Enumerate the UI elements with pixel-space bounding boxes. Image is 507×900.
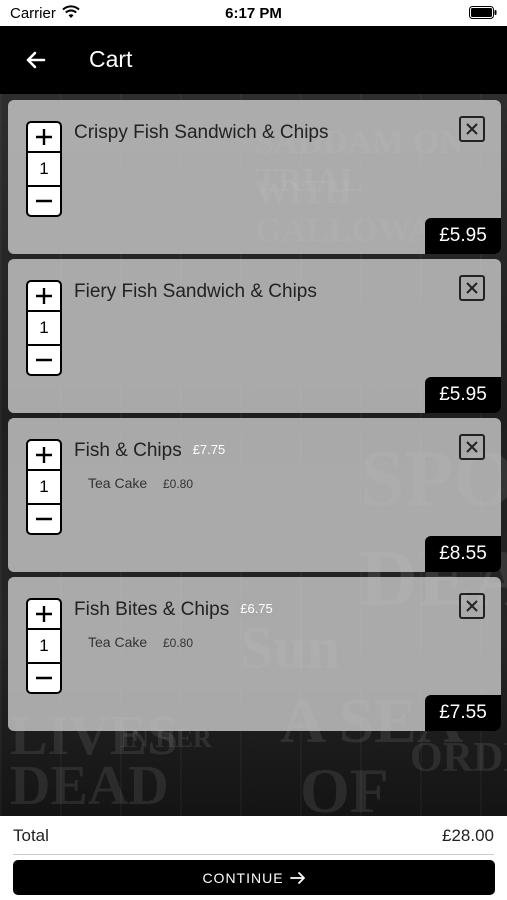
total-value: £28.00 bbox=[442, 826, 494, 845]
continue-button[interactable]: CONTINUE bbox=[13, 860, 495, 895]
increase-button[interactable] bbox=[28, 282, 60, 312]
item-total: £7.55 bbox=[425, 695, 501, 731]
quantity-stepper: 1 bbox=[26, 439, 62, 535]
cart-item: 1 Crispy Fish Sandwich & Chips £5.95 bbox=[8, 100, 501, 254]
addon-name: Tea Cake bbox=[88, 475, 148, 491]
decrease-button[interactable] bbox=[28, 662, 60, 692]
item-name: Fish Bites & Chips £6.75 bbox=[74, 599, 278, 621]
decrease-button[interactable] bbox=[28, 503, 60, 533]
minus-icon bbox=[36, 358, 52, 362]
addon-chip: Tea Cake £0.80 bbox=[74, 471, 224, 495]
item-name: Fiery Fish Sandwich & Chips bbox=[74, 281, 317, 303]
cart-item: 1 Fish Bites & Chips £6.75 Tea Cake £0.80… bbox=[8, 577, 501, 731]
item-name: Fish & Chips £7.75 bbox=[74, 440, 231, 462]
quantity-value: 1 bbox=[39, 636, 49, 655]
total-label: Total bbox=[13, 826, 49, 845]
battery-icon bbox=[469, 6, 497, 19]
item-total: £8.55 bbox=[425, 536, 501, 572]
arrow-right-icon bbox=[289, 871, 305, 884]
remove-item-button[interactable] bbox=[459, 593, 485, 619]
decrease-button[interactable] bbox=[28, 344, 60, 374]
item-total: £5.95 bbox=[425, 377, 501, 413]
remove-item-button[interactable] bbox=[459, 434, 485, 460]
increase-button[interactable] bbox=[28, 600, 60, 630]
minus-icon bbox=[36, 676, 52, 680]
increase-button[interactable] bbox=[28, 123, 60, 153]
item-name-text: Fiery Fish Sandwich & Chips bbox=[74, 281, 317, 302]
cart-footer: Total £28.00 CONTINUE bbox=[0, 816, 507, 900]
remove-item-button[interactable] bbox=[459, 116, 485, 142]
back-button[interactable] bbox=[20, 44, 52, 76]
cart-item: 1 Fish & Chips £7.75 Tea Cake £0.80 £8.55 bbox=[8, 418, 501, 572]
status-time: 6:17 PM bbox=[225, 5, 282, 22]
item-name: Crispy Fish Sandwich & Chips bbox=[74, 122, 328, 144]
addon-name: Tea Cake bbox=[88, 634, 148, 650]
item-name-text: Fish Bites & Chips bbox=[74, 599, 230, 620]
quantity-value: 1 bbox=[39, 159, 49, 178]
plus-icon bbox=[36, 447, 52, 463]
addon-chip: Tea Cake £0.80 bbox=[74, 630, 224, 654]
minus-icon bbox=[36, 517, 52, 521]
close-icon bbox=[466, 123, 478, 135]
item-total: £5.95 bbox=[425, 218, 501, 254]
status-bar: Carrier 6:17 PM bbox=[0, 0, 507, 26]
addon-price: £0.80 bbox=[163, 477, 194, 491]
base-price-badge: £7.75 bbox=[187, 440, 231, 459]
quantity-value: 1 bbox=[39, 477, 49, 496]
minus-icon bbox=[36, 199, 52, 203]
back-arrow-icon bbox=[26, 51, 46, 69]
base-price-badge: £6.75 bbox=[235, 599, 278, 618]
addon-price: £0.80 bbox=[163, 636, 194, 650]
plus-icon bbox=[36, 288, 52, 304]
close-icon bbox=[466, 600, 478, 612]
page-title: Cart bbox=[89, 46, 133, 72]
close-icon bbox=[466, 282, 478, 294]
continue-label: CONTINUE bbox=[202, 869, 284, 886]
footer-divider bbox=[13, 854, 494, 855]
item-name-text: Crispy Fish Sandwich & Chips bbox=[74, 122, 329, 143]
cart-list[interactable]: SADDAM ON TRIAL WITH GALLOWAY SPO DEA Su… bbox=[0, 94, 507, 816]
plus-icon bbox=[36, 129, 52, 145]
decrease-button[interactable] bbox=[28, 185, 60, 215]
app-bar: Cart bbox=[0, 26, 507, 94]
quantity-stepper: 1 bbox=[26, 280, 62, 376]
quantity-stepper: 1 bbox=[26, 121, 62, 217]
cart-item: 1 Fiery Fish Sandwich & Chips £5.95 bbox=[8, 259, 501, 413]
increase-button[interactable] bbox=[28, 441, 60, 471]
close-icon bbox=[466, 441, 478, 453]
quantity-stepper: 1 bbox=[26, 598, 62, 694]
remove-item-button[interactable] bbox=[459, 275, 485, 301]
plus-icon bbox=[36, 606, 52, 622]
item-name-text: Fish & Chips bbox=[74, 440, 182, 461]
quantity-value: 1 bbox=[39, 318, 49, 337]
